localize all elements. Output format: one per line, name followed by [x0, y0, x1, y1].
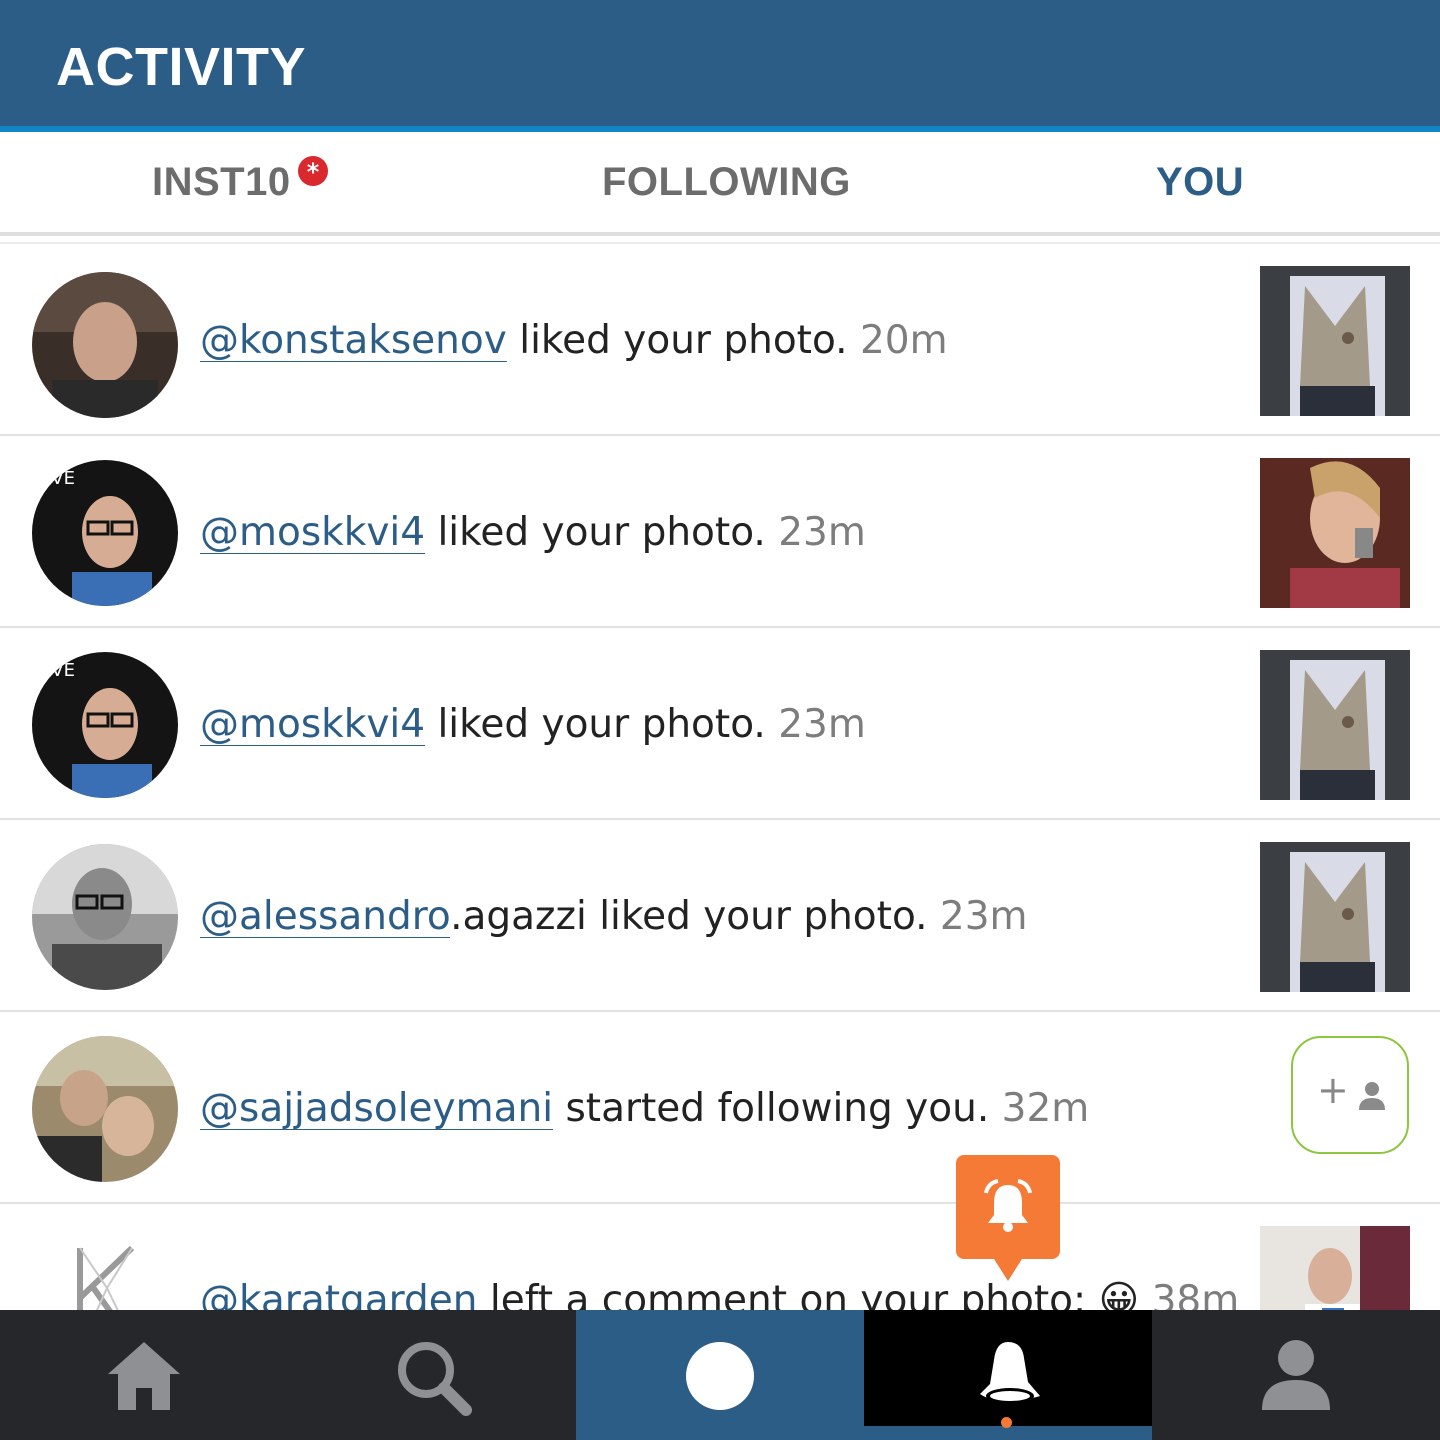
- nav-camera[interactable]: [576, 1310, 864, 1440]
- svg-text:IVE: IVE: [46, 660, 75, 681]
- timestamp: 23m: [778, 702, 866, 747]
- activity-text: @konstaksenov liked your photo. 20m: [200, 318, 948, 363]
- nav-home[interactable]: [0, 1310, 288, 1440]
- timestamp: 23m: [939, 894, 1028, 939]
- photo-thumbnail[interactable]: [1260, 842, 1410, 992]
- activity-row[interactable]: @sajjadsoleymani started following you. …: [0, 1012, 1440, 1204]
- timestamp: 23m: [778, 510, 866, 555]
- bell-icon: [980, 1342, 1040, 1404]
- notification-badge: *: [298, 156, 328, 186]
- user-link[interactable]: @sajjadsoleymani: [200, 1086, 553, 1131]
- tab-inst10[interactable]: INST10: [152, 160, 291, 205]
- avatar[interactable]: IVE: [32, 460, 178, 606]
- user-link[interactable]: @konstaksenov: [200, 318, 507, 363]
- nav-search[interactable]: [288, 1310, 576, 1440]
- person-icon: [1359, 1082, 1385, 1110]
- tab-you[interactable]: YOU: [1156, 160, 1244, 205]
- nav-activity[interactable]: [864, 1310, 1152, 1426]
- activity-row[interactable]: @alessandro.agazzi liked your photo. 23m: [0, 820, 1440, 1012]
- timestamp: 32m: [1001, 1086, 1090, 1131]
- alarm-bell-icon: [984, 1179, 1032, 1232]
- avatar[interactable]: IVE: [32, 652, 178, 798]
- nav-profile[interactable]: [1152, 1310, 1440, 1440]
- emoji: 😀: [1098, 1278, 1140, 1310]
- search-icon: [398, 1342, 472, 1416]
- app-header: ACTIVITY: [0, 0, 1440, 126]
- tab-divider: [0, 232, 1440, 236]
- activity-text: @alessandro.agazzi liked your photo. 23m: [200, 894, 1028, 939]
- user-link[interactable]: @karatgarden: [200, 1278, 478, 1310]
- activity-text: @sajjadsoleymani started following you. …: [200, 1086, 1090, 1131]
- svg-text:IVE: IVE: [46, 468, 75, 489]
- activity-text: @moskkvi4 liked your photo. 23m: [200, 510, 866, 555]
- notification-popup[interactable]: [956, 1155, 1060, 1281]
- active-tab-indicator: [864, 1426, 1152, 1440]
- follow-button[interactable]: +: [1291, 1036, 1409, 1154]
- avatar[interactable]: [32, 1036, 178, 1182]
- activity-text: @karatgarden left a comment on your phot…: [200, 1278, 1239, 1310]
- camera-icon: [686, 1342, 754, 1410]
- photo-thumbnail[interactable]: [1260, 458, 1410, 608]
- user-link[interactable]: @moskkvi4: [200, 702, 425, 747]
- activity-row[interactable]: IVE @moskkvi4 liked your photo. 23m: [0, 436, 1440, 628]
- home-icon: [108, 1342, 180, 1410]
- user-link[interactable]: @alessandro: [200, 894, 450, 939]
- profile-icon: [1262, 1340, 1330, 1410]
- avatar[interactable]: [32, 844, 178, 990]
- tab-bar: INST10 * FOLLOWING YOU: [0, 132, 1440, 236]
- plus-icon: +: [1317, 1068, 1349, 1112]
- timestamp: 38m: [1151, 1278, 1240, 1310]
- activity-row[interactable]: @karatgarden left a comment on your phot…: [0, 1204, 1440, 1310]
- user-link[interactable]: @moskkvi4: [200, 510, 425, 555]
- notification-dot: [1001, 1417, 1012, 1428]
- avatar[interactable]: [32, 272, 178, 418]
- avatar[interactable]: [32, 1228, 178, 1310]
- activity-row[interactable]: IVE @moskkvi4 liked your photo. 23m: [0, 628, 1440, 820]
- photo-thumbnail[interactable]: [1260, 266, 1410, 416]
- bottom-nav: [0, 1310, 1440, 1440]
- timestamp: 20m: [859, 318, 948, 363]
- activity-text: @moskkvi4 liked your photo. 23m: [200, 702, 866, 747]
- photo-thumbnail[interactable]: [1260, 1226, 1410, 1310]
- tab-following[interactable]: FOLLOWING: [602, 160, 851, 205]
- page-title: ACTIVITY: [56, 37, 307, 97]
- photo-thumbnail[interactable]: [1260, 650, 1410, 800]
- activity-list: @konstaksenov liked your photo. 20m IVE: [0, 244, 1440, 1310]
- activity-row[interactable]: @konstaksenov liked your photo. 20m: [0, 244, 1440, 436]
